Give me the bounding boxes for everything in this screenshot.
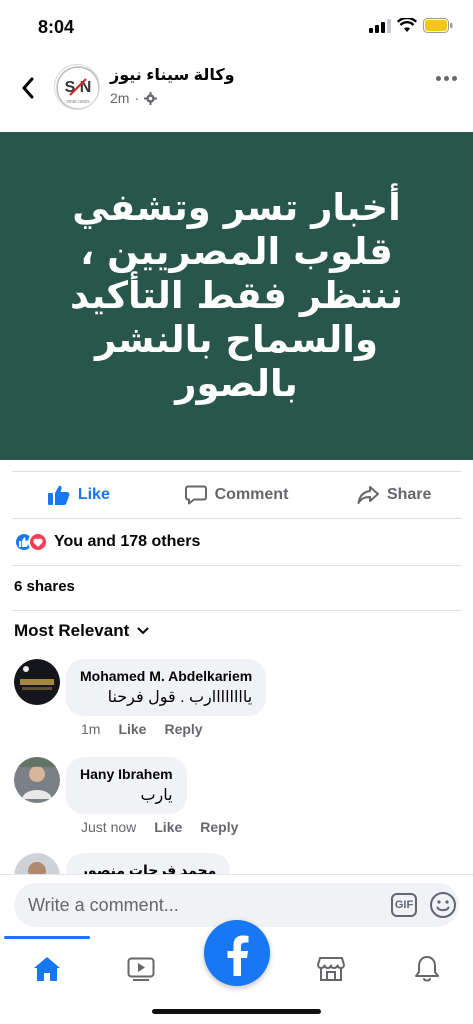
comment-bubble[interactable]: Mohamed M. Abdelkariem ياااااااارب . قول… — [66, 659, 267, 716]
page-avatar[interactable]: S N sinai.news — [54, 64, 100, 110]
comment-author[interactable]: Hany Ibrahem — [80, 766, 173, 782]
smiley-icon — [430, 892, 456, 918]
battery-icon — [423, 18, 453, 33]
dot-icon — [452, 76, 457, 81]
tab-watch[interactable] — [118, 946, 164, 992]
tab-home[interactable] — [24, 946, 70, 992]
back-button[interactable] — [14, 74, 42, 102]
comment-reply-button[interactable]: Reply — [164, 721, 202, 737]
thumbs-up-icon — [47, 485, 70, 505]
comment-bubble[interactable]: Hany Ibrahem يارب — [66, 757, 187, 814]
comment-author[interactable]: محمد فرحات منصور — [80, 862, 216, 874]
page-name[interactable]: وكالة سيناء نيوز — [110, 65, 235, 85]
marketplace-icon — [317, 957, 345, 981]
avatar[interactable] — [14, 757, 60, 803]
comment-input-placeholder: Write a comment... — [28, 894, 179, 915]
sort-label: Most Relevant — [14, 621, 130, 640]
post-header: S N sinai.news وكالة سيناء نيوز 2m · — [0, 56, 473, 132]
dot-icon — [444, 76, 449, 81]
divider — [12, 610, 461, 611]
reactions-summary[interactable]: You and 178 others — [14, 530, 200, 554]
status-time: 8:04 — [38, 17, 75, 37]
divider — [12, 565, 461, 566]
comment-sort-dropdown[interactable]: Most Relevant — [14, 621, 149, 641]
post-time[interactable]: 2m — [110, 90, 129, 106]
meta-separator: · — [134, 90, 140, 106]
video-icon — [127, 957, 155, 981]
signal-icon — [369, 18, 391, 33]
more-options-button[interactable] — [436, 76, 457, 81]
share-label: Share — [386, 486, 432, 503]
chevron-left-icon — [22, 77, 34, 99]
shares-count[interactable]: 6 shares — [14, 578, 75, 595]
comment-text: يارب — [140, 787, 173, 804]
avatar[interactable] — [14, 659, 60, 705]
facebook-logo-button[interactable] — [204, 920, 270, 986]
post-image-text: أخبار تسر وتشفي قلوب المصريين ، ننتظر فق… — [70, 186, 403, 405]
divider — [12, 518, 461, 519]
comment-like-button[interactable]: Like — [154, 819, 182, 835]
love-reaction-icon — [28, 532, 48, 552]
tab-bar — [0, 920, 473, 1024]
wifi-icon — [397, 18, 417, 32]
gear-icon — [144, 91, 158, 105]
comment-text: ياااااااارب . قول فرحنا — [107, 689, 253, 706]
like-button[interactable]: Like — [0, 472, 158, 518]
status-icons — [369, 18, 453, 33]
comment: Mohamed M. Abdelkariem ياااااااارب . قول… — [14, 659, 459, 739]
comment-time: 1m — [81, 721, 101, 737]
share-button[interactable]: Share — [315, 472, 473, 518]
bell-icon — [415, 956, 439, 982]
comment-reply-button[interactable]: Reply — [200, 819, 238, 835]
sinai-news-logo: S N sinai.news — [56, 66, 99, 109]
share-icon — [357, 486, 379, 504]
home-indicator — [152, 1009, 321, 1014]
active-tab-indicator — [4, 936, 90, 939]
action-bar: Like Comment Share — [0, 472, 473, 518]
reaction-icons — [14, 532, 48, 552]
comment: Hany Ibrahem يارب Just now Like Reply — [14, 757, 459, 837]
gif-button[interactable]: GIF — [391, 893, 417, 917]
emoji-button[interactable] — [429, 891, 457, 924]
comment-actions: 1m Like Reply — [81, 721, 203, 737]
comment: محمد فرحات منصور — [14, 853, 459, 874]
comment-like-button[interactable]: Like — [118, 721, 146, 737]
facebook-f-icon — [227, 935, 249, 976]
post-meta: 2m · — [110, 90, 158, 106]
comment-label: Comment — [214, 486, 289, 503]
comment-time: Just now — [81, 819, 137, 835]
comment-icon — [184, 485, 207, 505]
tab-notifications[interactable] — [404, 946, 450, 992]
comment-bubble[interactable]: محمد فرحات منصور — [66, 853, 231, 874]
home-icon — [34, 957, 60, 981]
reactions-text: You and 178 others — [54, 533, 201, 550]
comment-author[interactable]: Mohamed M. Abdelkariem — [80, 668, 252, 684]
dot-icon — [436, 76, 441, 81]
comment-button[interactable]: Comment — [158, 472, 316, 518]
like-label: Like — [77, 486, 110, 503]
svg-text:sinai.news: sinai.news — [66, 99, 90, 105]
avatar[interactable] — [14, 853, 60, 874]
status-bar: 8:04 — [0, 0, 473, 56]
comment-actions: Just now Like Reply — [81, 819, 238, 835]
tab-marketplace[interactable] — [308, 946, 354, 992]
post-image[interactable]: أخبار تسر وتشفي قلوب المصريين ، ننتظر فق… — [0, 132, 473, 460]
chevron-down-icon — [137, 627, 149, 635]
